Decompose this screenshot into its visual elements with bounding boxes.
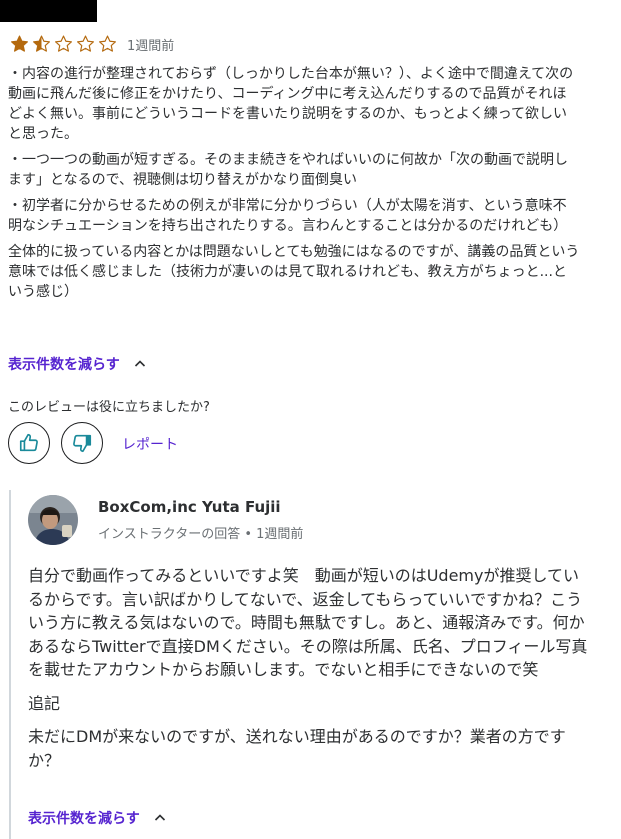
thumbs-down-icon — [73, 434, 92, 453]
star-empty-icon — [55, 35, 72, 52]
helpful-question: このレビューは役に立ちましたか? — [8, 400, 210, 415]
star-rating — [9, 34, 118, 54]
response-paragraph: 未だにDMが来ないのですが、送れない理由があるのですか？業者の方ですか？ — [28, 727, 566, 770]
star-full-icon — [11, 35, 28, 52]
star-half-icon — [33, 35, 51, 52]
star-empty-icon — [99, 35, 116, 52]
thumbs-up-button[interactable] — [8, 422, 50, 464]
report-link[interactable]: レポート — [122, 434, 178, 454]
response-paragraph: 自分で動画作ってみるといいですよ笑 動画が短いのはUdemyが推奨しているからで… — [28, 566, 588, 679]
top-black-bar — [0, 0, 97, 22]
chevron-up-icon — [154, 814, 165, 821]
thumbs-up-icon — [19, 433, 38, 452]
star-empty-icon — [77, 35, 94, 52]
instructor-name: BoxCom,inc Yuta Fujii — [98, 498, 281, 516]
show-less-label: 表示件数を減らす — [8, 357, 120, 373]
avatar — [28, 495, 78, 545]
review-body: ・内容の進行が整理されておらず（しっかりした台本が無い？）、よく途中で間違えて次… — [8, 64, 580, 308]
response-show-less-button[interactable]: 表示件数を減らす — [28, 808, 166, 828]
review-paragraph: ・内容の進行が整理されておらず（しっかりした台本が無い？）、よく途中で間違えて次… — [8, 66, 574, 142]
review-date: 1週間前 — [127, 38, 175, 54]
avatar-photo — [28, 495, 78, 545]
thumbs-down-button[interactable] — [61, 422, 103, 464]
review-paragraph: ・初学者に分からせるための例えが非常に分かりづらい（人が太陽を消す、という意味不… — [8, 198, 568, 234]
response-paragraph: 追記 — [28, 693, 61, 713]
review-show-less-button[interactable]: 表示件数を減らす — [8, 354, 146, 374]
review-paragraph: 全体的に扱っている内容とかは問題ないしとても勉強にはなるのですが、講義の品質とい… — [8, 244, 580, 300]
review-paragraph: ・一つ一つの動画が短すぎる。そのまま続きをやればいいのに何故か「次の動画で説明し… — [8, 152, 568, 188]
chevron-up-icon — [134, 360, 145, 367]
response-body: 自分で動画作ってみるといいですよ笑 動画が短いのはUdemyが推奨しているからで… — [28, 564, 588, 782]
instructor-response: BoxCom,inc Yuta Fujii インストラクターの回答 • 1週間前… — [9, 490, 603, 839]
response-meta: インストラクターの回答 • 1週間前 — [98, 527, 304, 542]
review-rating: 1週間前 — [9, 34, 174, 54]
show-less-label: 表示件数を減らす — [28, 811, 140, 827]
